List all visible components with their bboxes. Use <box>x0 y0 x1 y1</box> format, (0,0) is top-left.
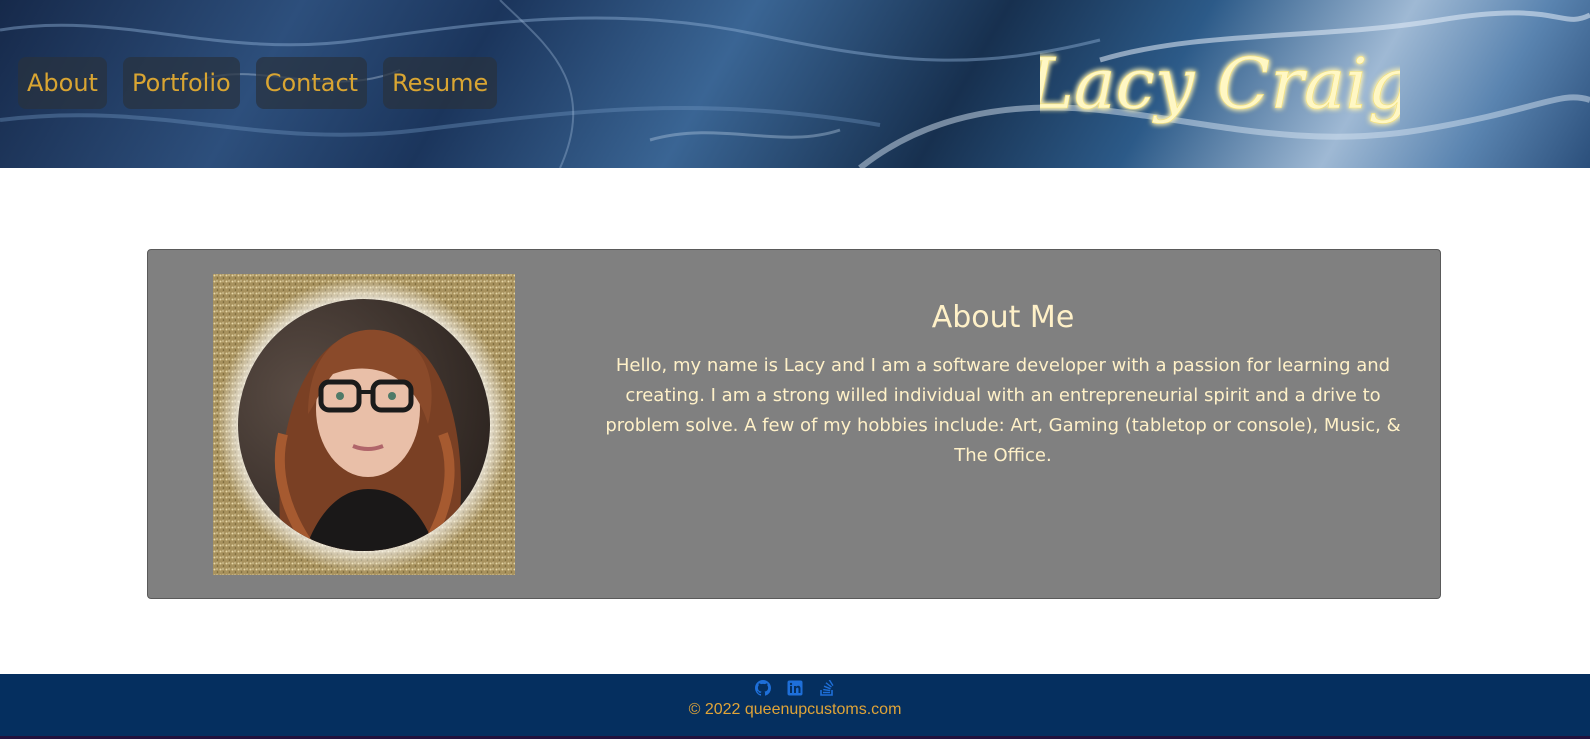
about-title: About Me <box>931 300 1075 335</box>
stack-overflow-icon[interactable] <box>819 680 835 696</box>
profile-photo <box>213 274 515 575</box>
linkedin-icon[interactable] <box>787 680 803 696</box>
copyright-text: © 2022 queenupcustoms.com <box>688 701 902 718</box>
nav-contact-link[interactable]: Contact <box>255 57 368 109</box>
nav-about-link[interactable]: About <box>18 57 107 109</box>
social-links <box>0 680 1590 696</box>
brand-name: Lacy Craig <box>1040 43 1400 125</box>
site-footer: © 2022 queenupcustoms.com <box>0 674 1590 736</box>
about-card: About Me Hello, my name is Lacy and I am… <box>147 249 1441 599</box>
brand-logo: Lacy Craig <box>1025 18 1413 158</box>
nav-portfolio-link[interactable]: Portfolio <box>122 57 240 109</box>
github-icon[interactable] <box>755 680 771 696</box>
about-section: About Me Hello, my name is Lacy and I am… <box>603 300 1403 471</box>
nav-resume-link[interactable]: Resume <box>383 57 498 109</box>
about-body: Hello, my name is Lacy and I am a softwa… <box>605 355 1401 466</box>
main-nav: About Portfolio Contact Resume <box>18 57 498 109</box>
site-header: About Portfolio Contact Resume Lacy Crai… <box>0 0 1590 168</box>
